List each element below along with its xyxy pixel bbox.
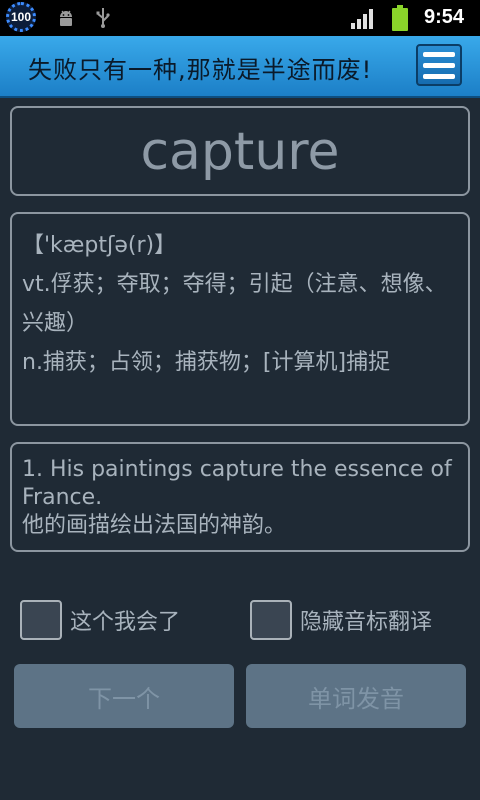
phonetic: 【'kæptʃə(r)】: [22, 233, 177, 258]
example-text: 1. His paintings capture the essence of …: [22, 456, 458, 540]
vocabulary-word: capture: [140, 122, 340, 182]
example-chinese: 他的画描绘出法国的神韵。: [22, 513, 287, 538]
definition-panel: 【'kæptʃə(r)】 vt.俘获；夺取；夺得；引起（注意、想像、兴趣） n.…: [10, 212, 470, 426]
hide-phonetic-label: 隐藏音标翻译: [300, 610, 433, 635]
know-it-label: 这个我会了: [70, 610, 181, 635]
battery-badge-icon: 100: [6, 2, 36, 32]
motto-text: 失败只有一种,那就是半途而废!: [28, 56, 373, 84]
title-bar: 失败只有一种,那就是半途而废!: [0, 36, 480, 98]
definition-line: n.捕获；占领；捕获物；[计算机]捕捉: [22, 350, 391, 375]
know-it-checkbox[interactable]: 这个我会了: [20, 600, 180, 640]
battery-icon: [392, 5, 408, 31]
usb-icon: [96, 8, 110, 28]
next-word-button[interactable]: 下一个: [14, 664, 234, 728]
hamburger-menu-icon[interactable]: [416, 44, 462, 86]
hide-phonetic-checkbox[interactable]: 隐藏音标翻译: [250, 600, 432, 640]
clock: 9:54: [424, 6, 465, 28]
signal-icon: [351, 9, 373, 29]
pronounce-button[interactable]: 单词发音: [246, 664, 466, 728]
example-english: 1. His paintings capture the essence of …: [22, 457, 452, 510]
example-panel: 1. His paintings capture the essence of …: [10, 442, 470, 552]
word-panel: capture: [10, 106, 470, 196]
checkbox-box[interactable]: [250, 600, 292, 640]
definition-line: vt.俘获；夺取；夺得；引起（注意、想像、兴趣）: [22, 272, 447, 336]
status-bar: 100 9:54: [0, 0, 480, 36]
android-debug-icon: [60, 10, 72, 26]
battery-badge-value: 100: [10, 10, 32, 24]
definition-text: 【'kæptʃə(r)】 vt.俘获；夺取；夺得；引起（注意、想像、兴趣） n.…: [22, 226, 454, 382]
checkbox-box[interactable]: [20, 600, 62, 640]
